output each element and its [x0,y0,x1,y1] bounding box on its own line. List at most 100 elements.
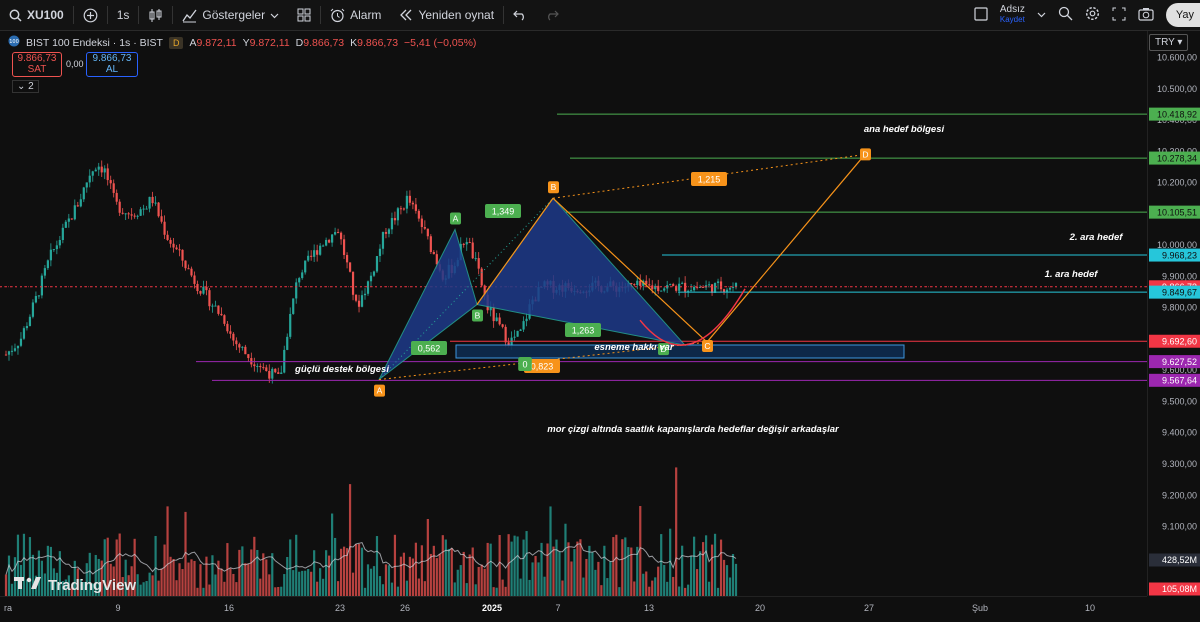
volume-bar [513,535,516,596]
candle-body [193,275,196,284]
legend-title[interactable]: BIST 100 Endeksi · 1s · BIST [26,37,163,49]
indicators-button[interactable]: Göstergeler [173,0,288,30]
candle-body [366,281,370,294]
buy-price: 9.866,73 [92,53,132,64]
volume-bar [591,552,594,596]
volume-bar [190,559,193,596]
candle-body [7,351,11,355]
volume-bar [196,587,199,596]
candle-body [199,291,202,294]
candle-body [295,282,298,299]
candle-body [265,367,268,372]
candle-body [211,305,214,307]
time-axis[interactable]: ra 9 16 23 26 2025 7 13 20 27 Şub 10 [0,596,1147,617]
volume-bar [561,580,564,596]
volume-bar [567,542,570,596]
volume-bar [136,574,139,596]
volume-bar [199,564,202,596]
volume-bar [438,553,441,596]
indicators-label: Göstergeler [202,8,266,22]
volume-bar [375,536,379,596]
pattern-point-label: B [475,311,481,321]
time-tick-label: 16 [224,603,234,613]
candle-body [417,210,420,219]
right-toolbar: Adsız Kaydet Yay [974,0,1200,30]
candle-body [46,260,49,269]
replay-button[interactable]: Yeniden oynat [390,0,503,30]
candle-body [49,249,52,261]
candle-body [76,205,79,207]
fullscreen-icon[interactable] [1112,7,1126,24]
chart-pane[interactable]: A A B B D C D 1,349 0,562 1,263 0,823 0 1,215 ana he… [0,31,1147,596]
price-level-tag-label: 10.105,51 [1157,207,1197,217]
volume-bar [426,519,429,596]
price-axis-scale: 10.600,0010.500,0010.400,0010.300,0010.2… [1149,53,1200,596]
candle-body [387,229,391,234]
price-level-tag-label: 9.968,23 [1162,250,1197,260]
volume-bar [654,577,657,596]
buy-button[interactable]: 9.866,73 AL [86,52,138,77]
time-tick-label: 23 [335,603,345,613]
symbol-search[interactable]: XU100 [0,0,73,30]
candle-body [414,204,417,211]
sell-button[interactable]: 9.866,73 SAT [12,52,62,77]
price-chart[interactable]: A A B B D C D 1,349 0,562 1,263 0,823 0 1,215 ana he… [0,31,1147,596]
candle-body [73,205,76,220]
candle-body [43,268,46,276]
search-icon[interactable] [1058,6,1073,24]
chevron-down-icon[interactable] [1037,8,1046,22]
candles-icon [148,8,163,23]
candle-body [701,286,705,288]
camera-icon[interactable] [1138,7,1154,24]
volume-bar [618,587,621,596]
volume-bar [528,579,531,596]
candle-body [154,202,157,204]
volume-bar [259,578,262,596]
redo-button[interactable] [536,0,568,30]
volume-bar [405,580,409,596]
tradingview-logo[interactable]: TradingView [14,575,136,595]
interval-button[interactable]: 1s [108,0,139,30]
candle-body [94,169,97,172]
compare-button[interactable] [74,0,107,30]
user-menu[interactable]: Adsız Kaydet [1000,5,1025,25]
alert-button[interactable]: Alarm [321,0,390,30]
candle-body [19,338,23,346]
price-level-tag-label: 10.418,92 [1157,109,1197,119]
volume-bar [333,537,337,596]
price-level-tag-label: 9.692,60 [1162,336,1197,346]
candle-body [178,249,181,251]
candle-body [79,199,82,207]
price-tick-label: 10.600,00 [1157,53,1197,63]
volume-bar [501,579,504,596]
candle-body [474,258,477,260]
indicator-collapse-button[interactable]: ⌄ 2 [12,80,39,93]
layouts-button[interactable] [288,0,320,30]
candle-body [151,196,154,204]
candle-body [390,218,394,230]
candle-body [247,354,250,359]
volume-bar [396,586,400,596]
currency-selector[interactable]: TRY ▾ [1149,34,1189,51]
volume-bar [489,543,492,596]
checkbox-icon[interactable] [974,6,988,24]
gear-icon[interactable] [1085,6,1100,24]
candle-body [91,171,94,176]
volume-bar [642,573,645,596]
price-axis[interactable]: 10.600,0010.500,0010.400,0010.300,0010.2… [1147,31,1200,596]
tradingview-logo-icon [14,575,42,595]
candle-body [687,290,690,292]
candle-body [229,331,232,334]
chart-type-button[interactable] [139,0,172,30]
volume-bar [214,574,217,596]
undo-button[interactable] [504,0,536,30]
candle-body [64,221,67,228]
volume-bar [648,586,651,596]
chevron-down-icon: ⌄ [17,81,26,92]
candle-body [648,284,651,286]
publish-button[interactable]: Yay [1165,3,1200,27]
candle-body [342,239,346,255]
time-tick-label: 2025 [482,603,502,613]
plus-circle-icon [83,8,98,23]
bist-logo-icon: 100 [8,35,20,50]
